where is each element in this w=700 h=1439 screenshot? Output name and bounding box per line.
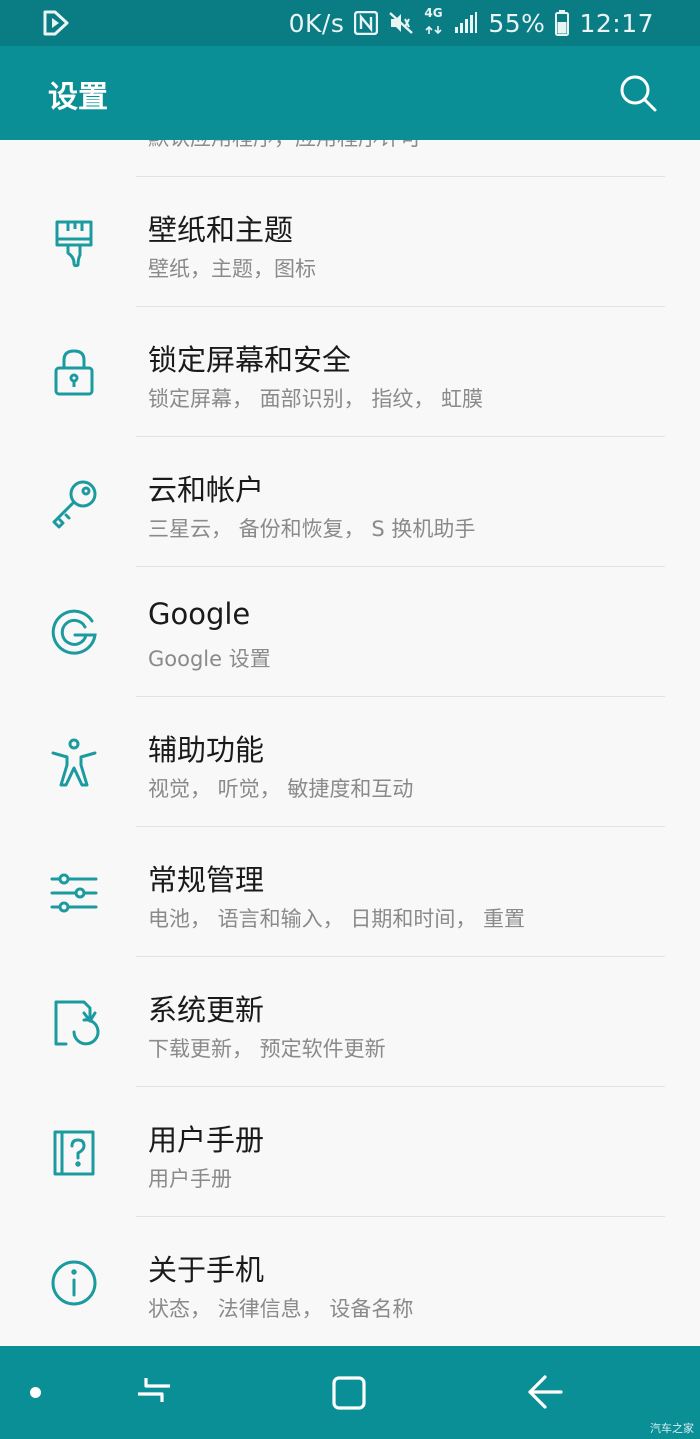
item-title: 锁定屏幕和安全: [148, 343, 352, 377]
settings-item-lock-screen-security[interactable]: 锁定屏幕和安全 锁定屏幕， 面部识别， 指纹， 虹膜: [0, 307, 700, 437]
item-subtitle: 三星云， 备份和恢复， S 换机助手: [148, 517, 476, 541]
status-bar: 0K/s 4G 55% 12:17: [0, 0, 700, 46]
google-icon: [48, 607, 100, 659]
key-icon: [48, 477, 100, 529]
user-manual-icon: [48, 1127, 100, 1179]
item-subtitle: 状态， 法律信息， 设备名称: [148, 1297, 414, 1321]
paintbrush-icon: [48, 217, 100, 269]
settings-item-user-manual[interactable]: 用户手册 用户手册: [0, 1087, 700, 1217]
item-subtitle: 用户手册: [148, 1167, 232, 1191]
back-icon[interactable]: [527, 1374, 563, 1410]
item-title: 系统更新: [148, 993, 265, 1027]
settings-item-about-phone[interactable]: 关于手机 状态， 法律信息， 设备名称: [0, 1217, 700, 1346]
clock: 12:17: [579, 8, 654, 38]
item-title: Google: [148, 597, 251, 631]
page-title: 设置: [48, 80, 108, 115]
item-title: 用户手册: [148, 1123, 265, 1157]
settings-item-system-update[interactable]: 系统更新 下载更新， 预定软件更新: [0, 957, 700, 1087]
item-subtitle: 视觉， 听觉， 敏捷度和互动: [148, 777, 414, 801]
sliders-icon: [48, 867, 100, 919]
item-title: 常规管理: [148, 863, 265, 897]
item-title: 云和帐户: [148, 473, 265, 507]
partial-item-subtitle: 默认应用程序，应用程序许可: [148, 140, 421, 152]
lock-icon: [48, 347, 100, 399]
network-type: 4G: [424, 6, 444, 38]
watermark: 汽车之家: [650, 1422, 694, 1435]
data-arrows-icon: [425, 25, 442, 35]
item-subtitle: Google 设置: [148, 647, 271, 671]
battery-icon: [555, 10, 570, 36]
settings-item-google[interactable]: Google Google 设置: [0, 567, 700, 697]
item-subtitle: 下载更新， 预定软件更新: [148, 1037, 386, 1061]
item-subtitle: 壁纸，主题，图标: [148, 257, 316, 281]
nav-dot-icon[interactable]: [30, 1387, 41, 1398]
play-app-icon: [43, 10, 69, 36]
item-subtitle: 锁定屏幕， 面部识别， 指纹， 虹膜: [148, 387, 484, 411]
status-indicators: 0K/s 4G 55% 12:17: [289, 0, 654, 46]
info-icon: [48, 1257, 100, 1309]
mute-vibrate-icon: [389, 12, 414, 34]
item-title: 辅助功能: [148, 733, 265, 767]
settings-item-wallpapers-themes[interactable]: 壁纸和主题 壁纸，主题，图标: [0, 177, 700, 307]
item-title: 壁纸和主题: [148, 213, 294, 247]
settings-item-general-management[interactable]: 常规管理 电池， 语言和输入， 日期和时间， 重置: [0, 827, 700, 957]
settings-item-cloud-accounts[interactable]: 云和帐户 三星云， 备份和恢复， S 换机助手: [0, 437, 700, 567]
settings-item-accessibility[interactable]: 辅助功能 视觉， 听觉， 敏捷度和互动: [0, 697, 700, 827]
recents-icon[interactable]: [136, 1374, 172, 1410]
item-subtitle: 电池， 语言和输入， 日期和时间， 重置: [148, 907, 526, 931]
nfc-icon: [354, 11, 379, 35]
app-bar: 设置: [0, 46, 700, 140]
signal-icon: [455, 12, 478, 33]
battery-percent: 55%: [488, 8, 546, 38]
settings-screen: 0K/s 4G 55% 12:17 设置 壁纸和主题 壁纸，主题，图标 锁定屏幕…: [0, 0, 700, 1439]
search-icon[interactable]: [618, 73, 658, 113]
item-title: 关于手机: [148, 1253, 265, 1287]
system-update-icon: [48, 997, 100, 1049]
accessibility-icon: [48, 737, 100, 789]
network-speed: 0K/s: [288, 8, 345, 38]
settings-list[interactable]: 默认应用程序，应用程序许可 壁纸和主题 壁纸，主题，图标: [0, 140, 700, 1346]
navigation-bar: 汽车之家: [0, 1346, 700, 1439]
home-icon[interactable]: [331, 1375, 367, 1411]
